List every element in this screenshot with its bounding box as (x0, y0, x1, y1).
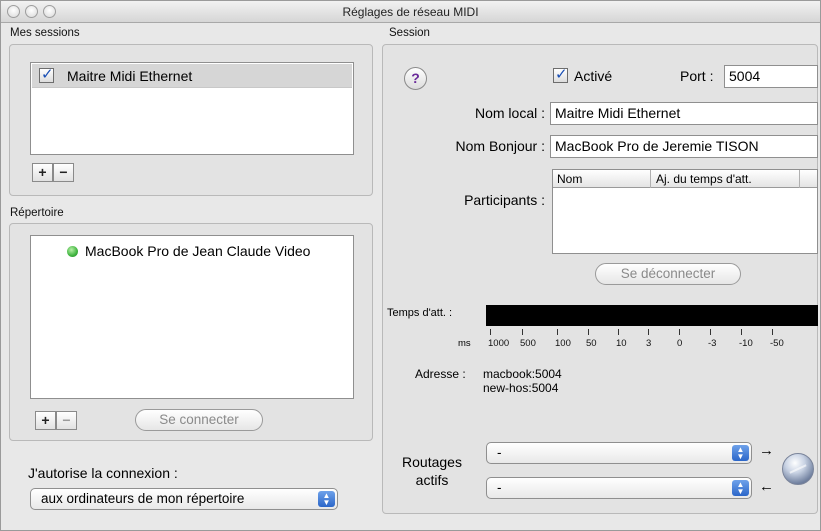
latency-tick (710, 329, 711, 335)
routing-input-popup[interactable]: - ▲ ▼ (486, 442, 752, 464)
address-label: Adresse : (415, 367, 466, 381)
directory-row[interactable]: MacBook Pro de Jean Claude Video (31, 242, 351, 262)
bonjour-name-label: Nom Bonjour : (455, 138, 545, 154)
allow-connection-popup[interactable]: aux ordinateurs de mon répertoire ▲ ▼ (30, 488, 338, 510)
latency-tick-label: 500 (520, 338, 536, 349)
connect-button[interactable]: Se connecter (135, 409, 263, 431)
latency-tick-label: 1000 (488, 338, 510, 349)
remove-directory-button[interactable]: − (56, 411, 77, 430)
participants-label: Participants : (464, 192, 545, 208)
latency-label: Temps d'att. : (387, 307, 453, 319)
bonjour-name-field[interactable]: MacBook Pro de Jeremie TISON (550, 135, 818, 158)
participants-header: Nom Aj. du temps d'att. (553, 170, 817, 188)
allow-connection-value: aux ordinateurs de mon répertoire (41, 491, 245, 506)
routing-label-line: Routages (402, 454, 462, 470)
session-name: Maitre Midi Ethernet (67, 68, 193, 84)
latency-tick (588, 329, 589, 335)
arrow-right-icon: → (759, 442, 774, 459)
routing-output-value: - (497, 480, 502, 495)
latency-tick-label: 50 (586, 338, 597, 349)
help-icon[interactable]: ? (404, 67, 427, 90)
column-divider (799, 170, 800, 188)
local-name-field[interactable]: Maitre Midi Ethernet (550, 102, 818, 125)
session-enabled-checkbox-main[interactable]: ✓ (553, 66, 568, 83)
my-sessions-label: Mes sessions (10, 27, 80, 39)
globe-shine (789, 464, 807, 474)
routing-input-value: - (497, 445, 502, 460)
popup-stepper-icon: ▲ ▼ (732, 480, 749, 496)
network-globe-icon (782, 453, 814, 485)
latency-tick (679, 329, 680, 335)
directory-entry-name: MacBook Pro de Jean Claude Video (85, 243, 311, 259)
column-header-latency[interactable]: Aj. du temps d'att. (656, 172, 752, 186)
routing-label: Routages actifs (393, 453, 471, 489)
directory-label: Répertoire (10, 207, 64, 219)
session-row[interactable]: ✓ Maitre Midi Ethernet (32, 64, 352, 88)
checkmark-icon: ✓ (555, 66, 568, 83)
latency-tick-label: 0 (677, 338, 683, 349)
latency-tick-label: -50 (770, 338, 784, 349)
address-line: macbook:5004 (483, 367, 562, 381)
add-session-button[interactable]: + (32, 163, 53, 182)
remove-session-button[interactable]: − (53, 163, 74, 182)
latency-tick-label: 3 (646, 338, 652, 349)
latency-tick (648, 329, 649, 335)
routing-label-line: actifs (415, 472, 449, 488)
enabled-label: Activé (574, 68, 613, 84)
title-bar: Réglages de réseau MIDI (1, 1, 820, 23)
directory-list[interactable]: MacBook Pro de Jean Claude Video (30, 235, 354, 399)
latency-tick-label: 100 (555, 338, 571, 349)
latency-tick-label: 10 (616, 338, 627, 349)
latency-unit: ms (458, 338, 471, 349)
column-divider (650, 170, 651, 188)
add-directory-button[interactable]: + (35, 411, 56, 430)
session-enabled-checkbox[interactable]: ✓ (39, 66, 54, 83)
latency-tick (741, 329, 742, 335)
column-header-name[interactable]: Nom (557, 172, 582, 186)
latency-tick (772, 329, 773, 335)
latency-tick (490, 329, 491, 335)
port-field[interactable]: 5004 (724, 65, 818, 88)
midi-network-window: Réglages de réseau MIDI Mes sessions ✓ M… (0, 0, 821, 531)
disconnect-button[interactable]: Se déconnecter (595, 263, 741, 285)
checkmark-icon: ✓ (41, 66, 54, 83)
popup-stepper-icon: ▲ ▼ (318, 491, 335, 507)
allow-connection-label: J'autorise la connexion : (28, 465, 178, 481)
latency-meter (486, 305, 818, 326)
sessions-list[interactable]: ✓ Maitre Midi Ethernet (30, 62, 354, 155)
port-label: Port : (680, 68, 714, 84)
latency-tick (618, 329, 619, 335)
participants-table[interactable]: Nom Aj. du temps d'att. (552, 169, 818, 254)
session-label: Session (389, 27, 430, 39)
window-title: Réglages de réseau MIDI (342, 5, 479, 19)
local-name-label: Nom local : (474, 105, 545, 121)
latency-tick (522, 329, 523, 335)
routing-output-popup[interactable]: - ▲ ▼ (486, 477, 752, 499)
status-dot-icon (67, 246, 78, 257)
arrow-left-icon: ← (759, 478, 774, 495)
latency-tick-label: -3 (708, 338, 717, 349)
address-line: new-hos:5004 (483, 381, 559, 395)
latency-tick (557, 329, 558, 335)
popup-stepper-icon: ▲ ▼ (732, 445, 749, 461)
latency-tick-label: -10 (739, 338, 753, 349)
